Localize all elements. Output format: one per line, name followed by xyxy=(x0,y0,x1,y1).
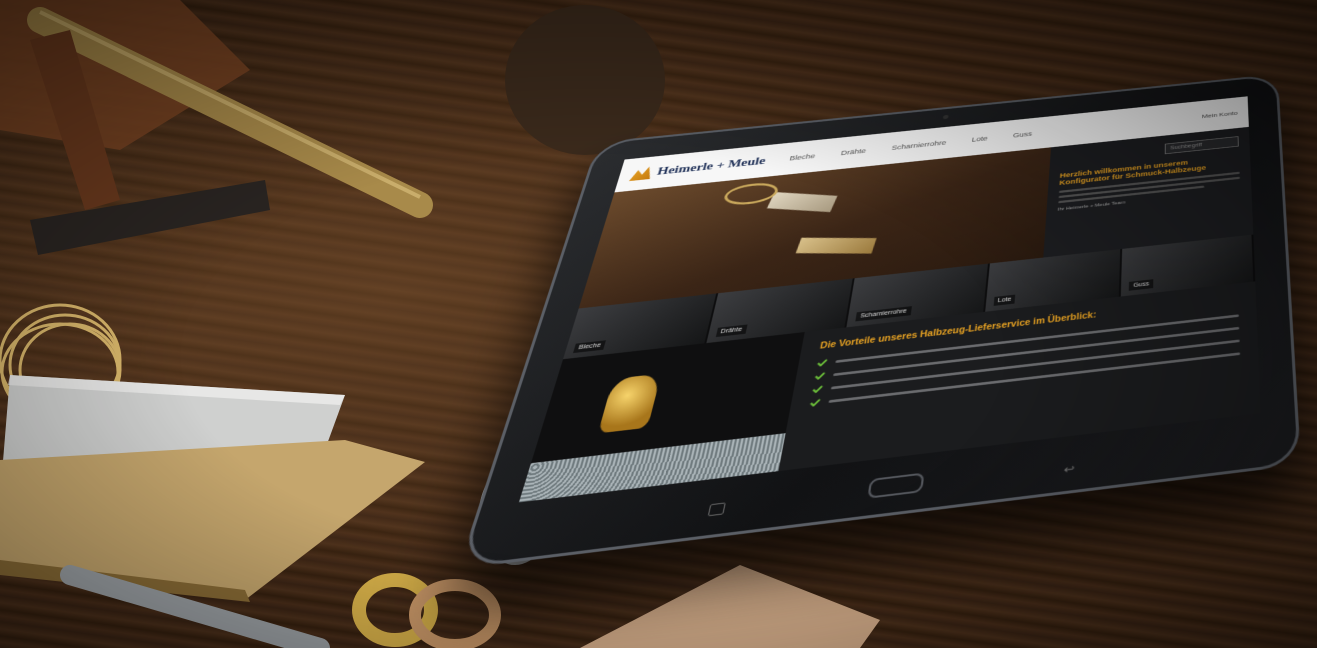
check-icon xyxy=(812,385,824,393)
tablet-screen: Heimerle + Meule Bleche Drähte Scharnier… xyxy=(519,96,1261,502)
search-input[interactable]: Suchbegriff xyxy=(1165,136,1239,154)
hero-sheet xyxy=(767,192,838,212)
recent-apps-icon[interactable] xyxy=(707,502,725,516)
site-logo[interactable]: Heimerle + Meule xyxy=(629,155,767,182)
tile-label: Guss xyxy=(1129,279,1153,290)
gravel xyxy=(519,433,786,502)
feature-image xyxy=(519,332,805,502)
photo-scene: Heimerle + Meule Bleche Drähte Scharnier… xyxy=(0,0,1317,648)
camera-dot xyxy=(943,115,949,120)
tile-label: Lote xyxy=(993,295,1015,306)
nav-item-draehte[interactable]: Drähte xyxy=(840,147,866,157)
tile-label: Bleche xyxy=(573,340,606,353)
hero-sheet-gold xyxy=(796,238,877,254)
check-icon xyxy=(809,398,821,406)
gold-figurine xyxy=(598,373,662,433)
logo-icon xyxy=(629,166,654,181)
tablet-wrap: Heimerle + Meule Bleche Drähte Scharnier… xyxy=(0,0,1317,648)
nav-item-lote[interactable]: Lote xyxy=(971,135,988,143)
nav-item-scharnierrohre[interactable]: Scharnierrohre xyxy=(891,139,947,151)
tablet: Heimerle + Meule Bleche Drähte Scharnier… xyxy=(458,74,1301,569)
check-icon xyxy=(816,359,828,367)
tile-label: Scharnierrohre xyxy=(856,306,912,321)
home-button[interactable] xyxy=(867,472,924,498)
logo-text: Heimerle + Meule xyxy=(656,155,767,178)
nav-item-bleche[interactable]: Bleche xyxy=(789,152,816,162)
back-icon[interactable]: ↩ xyxy=(1063,462,1074,477)
tile-label: Drähte xyxy=(715,325,747,338)
check-icon xyxy=(814,372,826,380)
nav-item-guss[interactable]: Guss xyxy=(1013,130,1033,139)
account-link[interactable]: Mein Konto xyxy=(1202,110,1238,120)
